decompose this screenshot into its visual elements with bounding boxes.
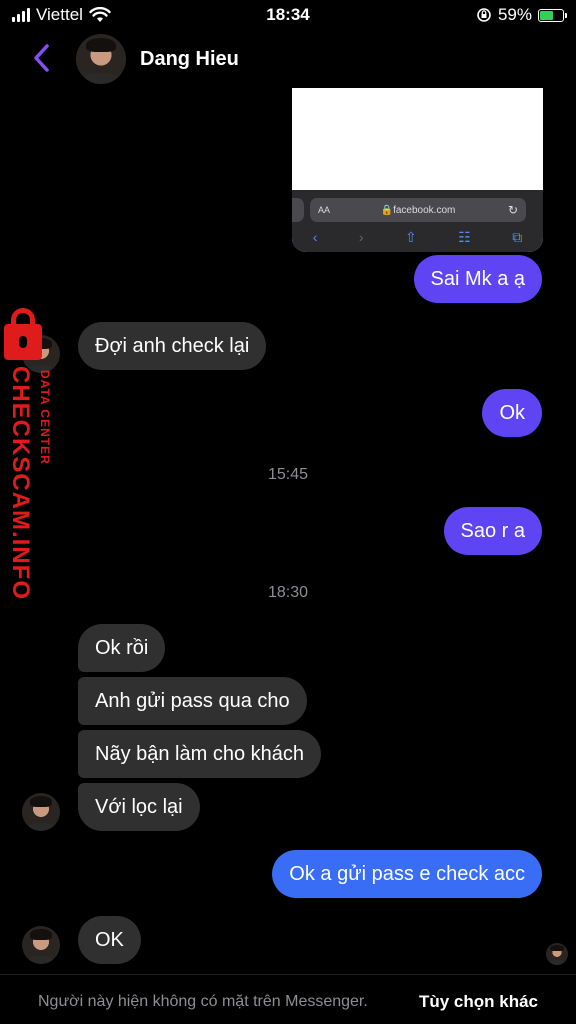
message-received[interactable]: Đợi anh check lại: [78, 322, 267, 370]
reader-aa-label: AA: [318, 205, 331, 215]
url-text: 🔒facebook.com: [380, 204, 456, 216]
status-bar: Viettel 18:34 59%: [0, 0, 576, 30]
message-sent[interactable]: Sai Mk a ạ: [413, 255, 542, 303]
more-options-link[interactable]: Tùy chọn khác: [419, 992, 538, 1012]
message-sent[interactable]: Ok a gửi pass e check acc: [272, 850, 542, 898]
url-bar: AA 🔒facebook.com ↻: [310, 198, 526, 222]
chat-header: Dang Hieu: [0, 30, 576, 88]
shared-screenshot-image[interactable]: AA 🔒facebook.com ↻ ‹ › ⇧ ☷ ⧉: [292, 88, 543, 252]
browser-forward-icon: ›: [358, 229, 364, 245]
chevron-left-icon: [34, 44, 49, 72]
message-received[interactable]: Anh gửi pass qua cho: [78, 677, 307, 725]
contact-avatar[interactable]: [76, 34, 126, 84]
timestamp: 15:45: [267, 466, 309, 483]
reload-icon: ↻: [507, 203, 518, 217]
tabs-icon: ⧉: [512, 228, 523, 245]
orientation-lock-icon: [477, 8, 491, 22]
message-received[interactable]: OK: [78, 916, 141, 964]
timestamp: 18:30: [267, 584, 309, 601]
message-received[interactable]: Nãy bận làm cho khách: [78, 730, 322, 778]
sender-avatar[interactable]: [22, 793, 60, 831]
watermark: CHECKSCAM.INFO DATA CENTER: [2, 308, 62, 600]
browser-back-icon: ‹: [312, 229, 318, 245]
presence-status-text: Người này hiện không có mặt trên Messeng…: [38, 993, 368, 1010]
message-received[interactable]: Ok rồi: [78, 624, 166, 672]
sender-avatar[interactable]: [22, 926, 60, 964]
share-icon: ⇧: [405, 228, 417, 245]
message-sent[interactable]: Sao r a: [443, 507, 542, 555]
message-received[interactable]: Với lọc lại: [78, 783, 200, 831]
bookmarks-icon: ☷: [458, 228, 471, 245]
status-right: 59%: [476, 5, 567, 25]
message-sent[interactable]: Ok: [482, 389, 542, 437]
back-button[interactable]: [24, 41, 58, 75]
watermark-subtext: DATA CENTER: [38, 370, 52, 465]
browser-toolbar: AA 🔒facebook.com ↻ ‹ › ⇧ ☷ ⧉: [292, 190, 543, 252]
battery-icon: [538, 8, 567, 22]
watermark-text: CHECKSCAM.INFO: [7, 366, 34, 600]
seen-avatar: [546, 943, 568, 965]
contact-name[interactable]: Dang Hieu: [140, 48, 239, 71]
battery-percent: 59%: [497, 5, 532, 24]
chat-footer: Người này hiện không có mặt trên Messeng…: [0, 974, 576, 1024]
